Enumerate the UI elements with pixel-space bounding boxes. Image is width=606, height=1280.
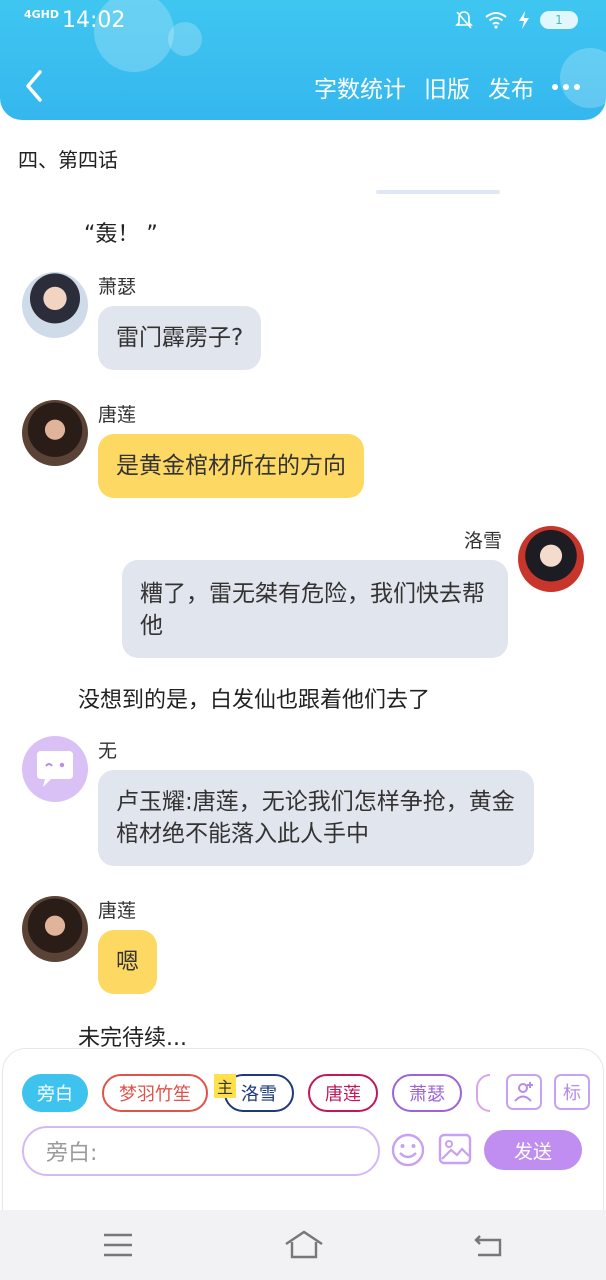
battery-level: 1 bbox=[555, 13, 563, 27]
mute-bell-icon bbox=[455, 11, 473, 29]
narration-text: “轰！ ” bbox=[84, 222, 158, 247]
chat-bubble: 嗯 bbox=[98, 930, 157, 994]
speaker-name: 无 bbox=[98, 740, 118, 762]
chat-bubble: 雷门霹雳子? bbox=[98, 306, 262, 370]
speaker-name: 唐莲 bbox=[98, 404, 137, 426]
chat-bubble: 是黄金棺材所在的方向 bbox=[98, 434, 364, 498]
narration-text: 没想到的是，白发仙也跟着他们去了 bbox=[78, 688, 431, 713]
avatar[interactable] bbox=[22, 896, 88, 962]
protagonist-tag: 主 bbox=[214, 1074, 236, 1098]
home-icon[interactable] bbox=[284, 1230, 324, 1260]
menu-icon[interactable] bbox=[102, 1232, 134, 1258]
role-chip-tanglian[interactable]: 唐莲 bbox=[308, 1074, 378, 1112]
role-chip-mengyu[interactable]: 梦羽竹笙 bbox=[102, 1074, 208, 1112]
old-version-button[interactable]: 旧版 bbox=[424, 70, 470, 104]
role-chip-overflow[interactable] bbox=[476, 1074, 490, 1112]
battery-indicator: 1 bbox=[540, 11, 578, 29]
chat-bubble-icon bbox=[37, 751, 73, 787]
back-nav-icon[interactable] bbox=[472, 1232, 504, 1258]
add-role-icon[interactable] bbox=[506, 1074, 542, 1110]
header-actions: 字数统计 旧版 发布 bbox=[314, 70, 580, 104]
decor-bubble bbox=[168, 22, 202, 56]
signal-indicator: 4GHD bbox=[24, 8, 60, 21]
avatar[interactable] bbox=[22, 272, 88, 338]
message-input[interactable]: 旁白: bbox=[22, 1126, 380, 1176]
wifi-icon bbox=[485, 12, 507, 29]
speaker-name: 洛雪 bbox=[464, 530, 503, 552]
role-chip-xiaose[interactable]: 萧瑟 bbox=[392, 1074, 462, 1112]
status-time: 14:02 bbox=[62, 8, 126, 33]
speaker-name: 唐莲 bbox=[98, 900, 137, 922]
app-header: 4GHD 14:02 1 字数统计 旧版 发布 bbox=[0, 0, 606, 120]
chat-bubble: 卢玉耀:唐莲，无论我们怎样争抢，黄金棺材绝不能落入此人手中 bbox=[98, 770, 534, 866]
role-chip-narrator[interactable]: 旁白 bbox=[22, 1074, 88, 1112]
avatar[interactable] bbox=[22, 400, 88, 466]
divider bbox=[376, 190, 500, 194]
word-count-button[interactable]: 字数统计 bbox=[314, 70, 406, 104]
person-add-icon bbox=[514, 1082, 533, 1102]
more-icon[interactable] bbox=[552, 84, 580, 90]
avatar[interactable] bbox=[518, 526, 584, 592]
chapter-title: 四、第四话 bbox=[18, 148, 118, 172]
image-icon[interactable] bbox=[438, 1132, 472, 1166]
avatar[interactable] bbox=[22, 736, 88, 802]
charging-icon bbox=[519, 11, 529, 29]
status-icons: 1 bbox=[454, 10, 578, 30]
tag-button[interactable]: 标 bbox=[554, 1074, 590, 1110]
speaker-name: 萧瑟 bbox=[98, 276, 137, 298]
back-arrow-icon[interactable] bbox=[20, 68, 48, 104]
emoji-icon[interactable] bbox=[390, 1132, 426, 1168]
chat-bubble: 糟了，雷无桀有危险，我们快去帮他 bbox=[122, 560, 508, 658]
publish-button[interactable]: 发布 bbox=[488, 70, 534, 104]
send-button[interactable]: 发送 bbox=[484, 1130, 582, 1170]
system-nav-bar bbox=[0, 1210, 606, 1280]
